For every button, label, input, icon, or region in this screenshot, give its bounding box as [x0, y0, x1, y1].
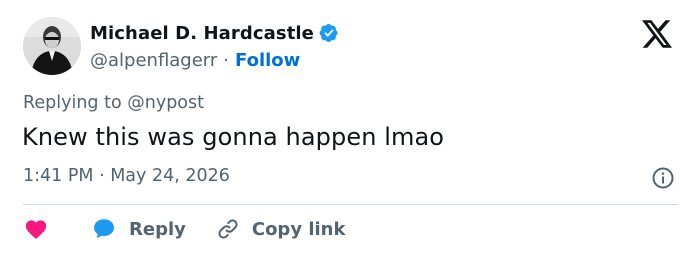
link-icon — [216, 217, 240, 241]
name-row: Michael D. Hardcastle — [90, 20, 339, 46]
avatar[interactable] — [23, 17, 81, 75]
info-icon[interactable] — [651, 166, 675, 190]
like-button[interactable] — [23, 216, 49, 242]
x-logo-icon[interactable] — [642, 20, 674, 50]
replying-to-mention[interactable]: @nypost — [127, 93, 204, 113]
tweet-text: Knew this was gonna happen lmao — [22, 123, 445, 151]
speech-bubble-icon — [91, 216, 117, 242]
verified-badge-icon — [319, 23, 339, 43]
divider — [23, 204, 678, 205]
replying-to: Replying to @nypost — [23, 93, 204, 113]
tweet-card: Michael D. Hardcastle @alpenflagerr · Fo… — [0, 0, 700, 256]
avatar-photo — [23, 17, 81, 75]
display-name[interactable]: Michael D. Hardcastle — [90, 23, 314, 44]
reply-label: Reply — [129, 218, 186, 240]
replying-to-prefix: Replying to — [23, 93, 122, 113]
separator-dot: · — [223, 49, 230, 71]
handle-row: @alpenflagerr · Follow — [90, 48, 300, 72]
heart-icon — [23, 216, 49, 242]
action-bar: Reply Copy link — [23, 214, 345, 244]
user-handle[interactable]: @alpenflagerr — [90, 50, 217, 71]
copy-link-button[interactable]: Copy link — [216, 217, 346, 241]
copy-link-label: Copy link — [251, 218, 346, 240]
reply-button[interactable]: Reply — [91, 216, 186, 242]
follow-button[interactable]: Follow — [235, 50, 300, 71]
tweet-timestamp[interactable]: 1:41 PM · May 24, 2026 — [23, 166, 230, 186]
